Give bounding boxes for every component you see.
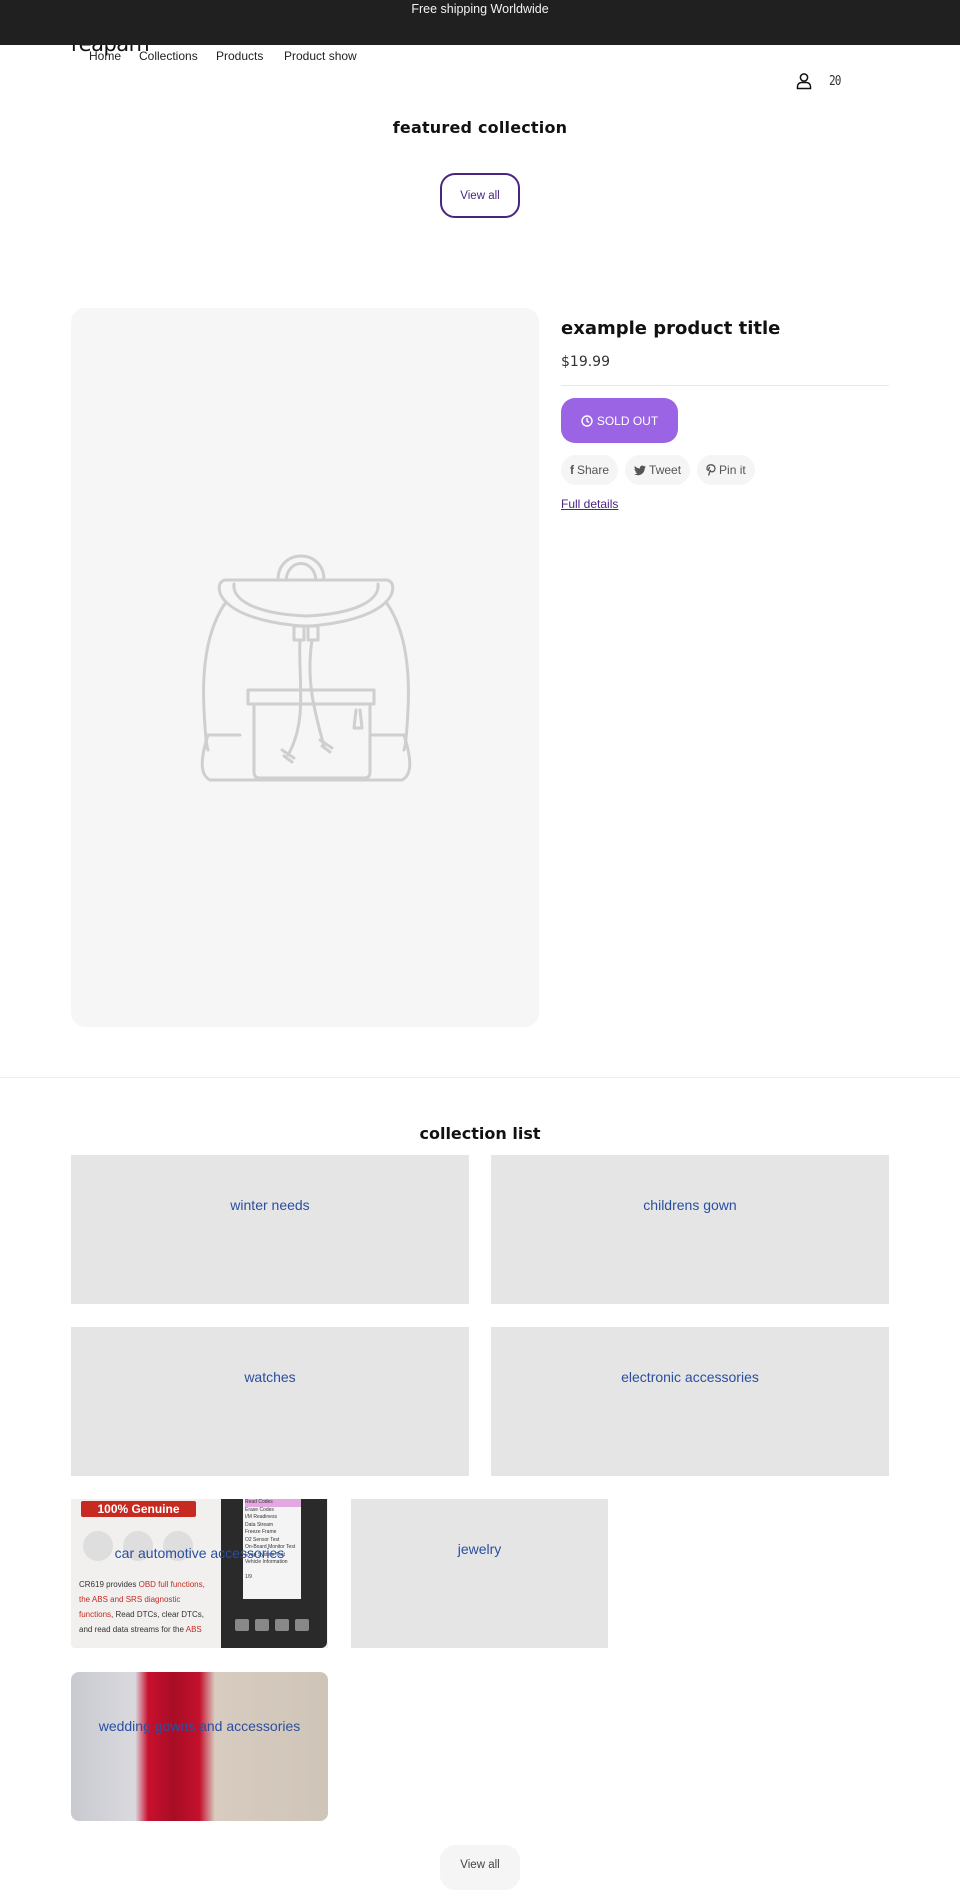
announcement-bar: Free shipping Worldwide: [0, 0, 960, 45]
facebook-icon: f: [570, 463, 574, 477]
announcement-text: Free shipping Worldwide: [411, 2, 549, 16]
collection-tile-watches[interactable]: watches: [71, 1327, 469, 1476]
share-label: Share: [577, 463, 610, 477]
user-icon[interactable]: [795, 72, 813, 90]
obd-device: Read Codes Erase Codes I/M Readiness Dat…: [221, 1499, 327, 1648]
pinterest-icon: [706, 464, 716, 476]
pin-label: Pin it: [719, 463, 746, 477]
product-image[interactable]: [71, 308, 539, 1027]
share-buttons: f Share Tweet Pin it: [561, 455, 889, 485]
backpack-placeholder-icon: [200, 554, 412, 782]
collection-label[interactable]: car automotive accessories: [71, 1545, 328, 1561]
share-twitter-button[interactable]: Tweet: [625, 455, 691, 485]
product-info: example product title $19.99 SOLD OUT f …: [561, 318, 889, 513]
obd-scanner-image: 100% Genuine CR619 provides OBD full fun…: [71, 1499, 221, 1648]
tweet-label: Tweet: [649, 463, 682, 477]
nav-collections[interactable]: Collections: [139, 49, 198, 63]
nav-home[interactable]: Home: [89, 49, 121, 63]
collection-tile-wedding-gowns[interactable]: wedding gowns and accessories: [71, 1672, 328, 1821]
sold-out-button[interactable]: SOLD OUT: [561, 398, 678, 443]
collection-list-title: collection list: [419, 1124, 541, 1143]
featured-collection-title: featured collection: [392, 118, 568, 137]
collection-tile-electronic-accessories[interactable]: electronic accessories: [491, 1327, 889, 1476]
product-title[interactable]: example product title: [561, 318, 889, 339]
share-facebook-button[interactable]: f Share: [561, 455, 619, 485]
collection-tile-childrens-gown[interactable]: childrens gown: [491, 1155, 889, 1304]
cart-icon[interactable]: 20: [829, 74, 841, 89]
collection-tile-winter-needs[interactable]: winter needs: [71, 1155, 469, 1304]
nav-product-show[interactable]: Product show: [284, 49, 357, 63]
nav-products[interactable]: Products: [216, 49, 263, 63]
genuine-badge: 100% Genuine: [81, 1501, 196, 1517]
collection-label[interactable]: wedding gowns and accessories: [71, 1718, 328, 1734]
collection-tile-jewelry[interactable]: jewelry: [351, 1499, 608, 1648]
obd-keys: [235, 1619, 309, 1631]
sold-out-label: SOLD OUT: [596, 413, 659, 428]
section-divider: [0, 1077, 960, 1078]
share-pinterest-button[interactable]: Pin it: [697, 455, 755, 485]
collection-label[interactable]: jewelry: [351, 1541, 608, 1557]
collection-view-all-button[interactable]: View all: [440, 1845, 520, 1890]
collection-label[interactable]: childrens gown: [491, 1197, 889, 1213]
collection-label[interactable]: watches: [71, 1369, 469, 1385]
collection-tile-car-automotive-accessories[interactable]: 100% Genuine CR619 provides OBD full fun…: [71, 1499, 328, 1648]
collection-label[interactable]: electronic accessories: [491, 1369, 889, 1385]
featured-view-all-button[interactable]: View all: [440, 173, 520, 218]
clock-icon: [581, 414, 593, 427]
twitter-icon: [634, 465, 647, 475]
collection-label[interactable]: winter needs: [71, 1197, 469, 1213]
price-divider: [561, 385, 889, 386]
product-price: $19.99: [561, 354, 610, 370]
obd-description: CR619 provides OBD full functions, the A…: [79, 1580, 205, 1634]
full-details-link[interactable]: Full details: [561, 497, 618, 511]
